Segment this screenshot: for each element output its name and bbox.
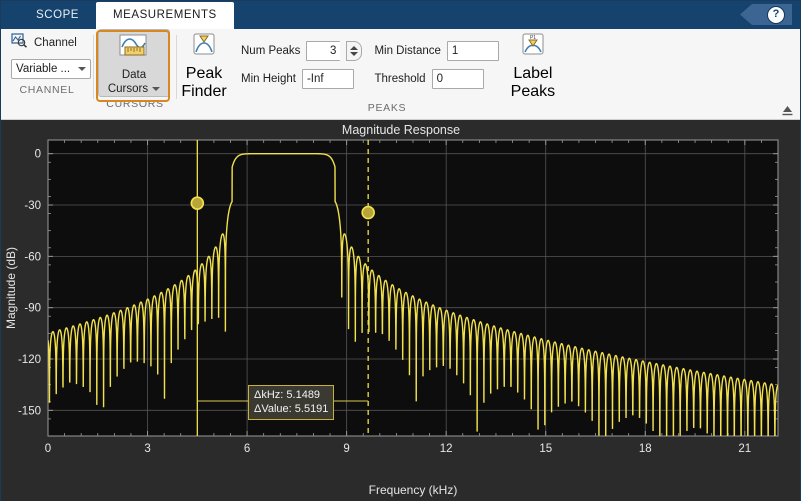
help-button[interactable]: ? [740,4,792,25]
min-height-label: Min Height [241,73,296,85]
magnitude-response-plot: Magnitude Response 0 3 6 9 12 15 18 21 0 -30 -60 -9… [1,120,800,501]
ribbon-group-cursors: Data Cursors CURSORS [94,29,176,110]
help-icon: ? [767,5,785,24]
channel-select-icon [11,33,28,53]
peak-finder-icon [189,32,219,65]
ribbon-group-peaks: Peak Finder Num Peaks 3 Min Height -Inf … [177,29,800,114]
plot-axes-background [47,139,779,437]
data-cursors-label-line1: Data [121,69,147,81]
peak-finder-label-line2: Finder [181,83,227,100]
plot-canvas[interactable]: Magnitude Response 0 3 6 9 12 15 18 21 0 -30 -60 -9… [1,120,800,501]
channel-variable-select[interactable]: Variable ... [11,59,91,79]
svg-text:18: 18 [639,443,652,455]
stepper-down-icon[interactable] [350,52,359,56]
num-peaks-input[interactable]: 3 [306,41,341,61]
chevron-down-icon [78,67,86,71]
collapse-ribbon-icon[interactable] [780,103,794,117]
svg-text:-30: -30 [24,200,41,212]
svg-text:0: 0 [45,443,51,455]
data-cursors-label-line2: Cursors [107,82,161,96]
delta-value-line: ΔValue: 5.5191 [254,403,329,415]
peak-finder-label-line1: Peak [185,65,223,82]
cursor-delta-readout[interactable]: ΔkHz: 5.1489 ΔValue: 5.5191 [248,385,335,420]
channel-label: Channel [34,37,77,49]
svg-text:0: 0 [35,149,41,161]
svg-text:12: 12 [440,443,453,455]
svg-text:21: 21 [738,443,751,455]
svg-text:-90: -90 [24,303,41,315]
channel-variable-value: Variable ... [16,63,71,75]
label-peaks-button[interactable]: P1 Label Peaks [509,30,557,101]
label-peaks-label-line1: Label [513,64,553,82]
spectrum-analyzer-window: SCOPE MEASUREMENTS ? Channel Variable ..… [0,0,801,501]
svg-text:6: 6 [244,443,250,455]
min-distance-label: Min Distance [374,45,441,57]
label-peaks-icon: P1 [518,32,548,65]
ribbon-group-channel: Channel Variable ... CHANNEL [1,29,93,101]
min-height-input[interactable]: -Inf [301,69,354,89]
svg-text:15: 15 [539,443,552,455]
svg-text:-60: -60 [24,251,41,263]
group-label-channel: CHANNEL [19,84,75,96]
y-axis-label: Magnitude (dB) [4,247,18,329]
group-label-peaks: PEAKS [367,102,407,114]
data-cursors-icon [116,33,152,68]
tab-scope[interactable]: SCOPE [19,2,96,29]
min-distance-input[interactable]: 1 [446,41,499,61]
chevron-down-icon[interactable] [152,87,161,91]
threshold-label: Threshold [374,73,426,85]
ribbon-tab-strip: SCOPE MEASUREMENTS ? [1,1,800,29]
x-axis-label: Frequency (kHz) [369,483,458,497]
stepper-up-icon[interactable] [350,46,359,50]
label-peaks-label-line2: Peaks [510,82,556,100]
threshold-input[interactable]: 0 [431,69,484,89]
svg-text:3: 3 [144,443,150,455]
num-peaks-label: Num Peaks [241,45,301,57]
cursor-1-marker[interactable] [190,196,205,210]
delta-khz-line: ΔkHz: 5.1489 [254,389,321,401]
measurements-ribbon: Channel Variable ... CHANNEL Data Cursor… [1,29,800,120]
svg-text:9: 9 [343,443,349,455]
tab-measurements[interactable]: MEASUREMENTS [96,2,234,29]
peak-finder-button[interactable]: Peak Finder [181,29,227,101]
plot-title: Magnitude Response [342,123,460,137]
cursor-2-marker[interactable] [361,205,375,220]
num-peaks-stepper[interactable] [346,41,363,61]
svg-text:P1: P1 [530,35,536,41]
group-label-cursors: CURSORS [106,98,164,110]
svg-text:-150: -150 [18,405,41,417]
data-cursors-button[interactable]: Data Cursors [98,29,170,97]
data-cursors-label-line2-text: Cursors [107,83,149,95]
svg-text:-120: -120 [18,354,41,366]
